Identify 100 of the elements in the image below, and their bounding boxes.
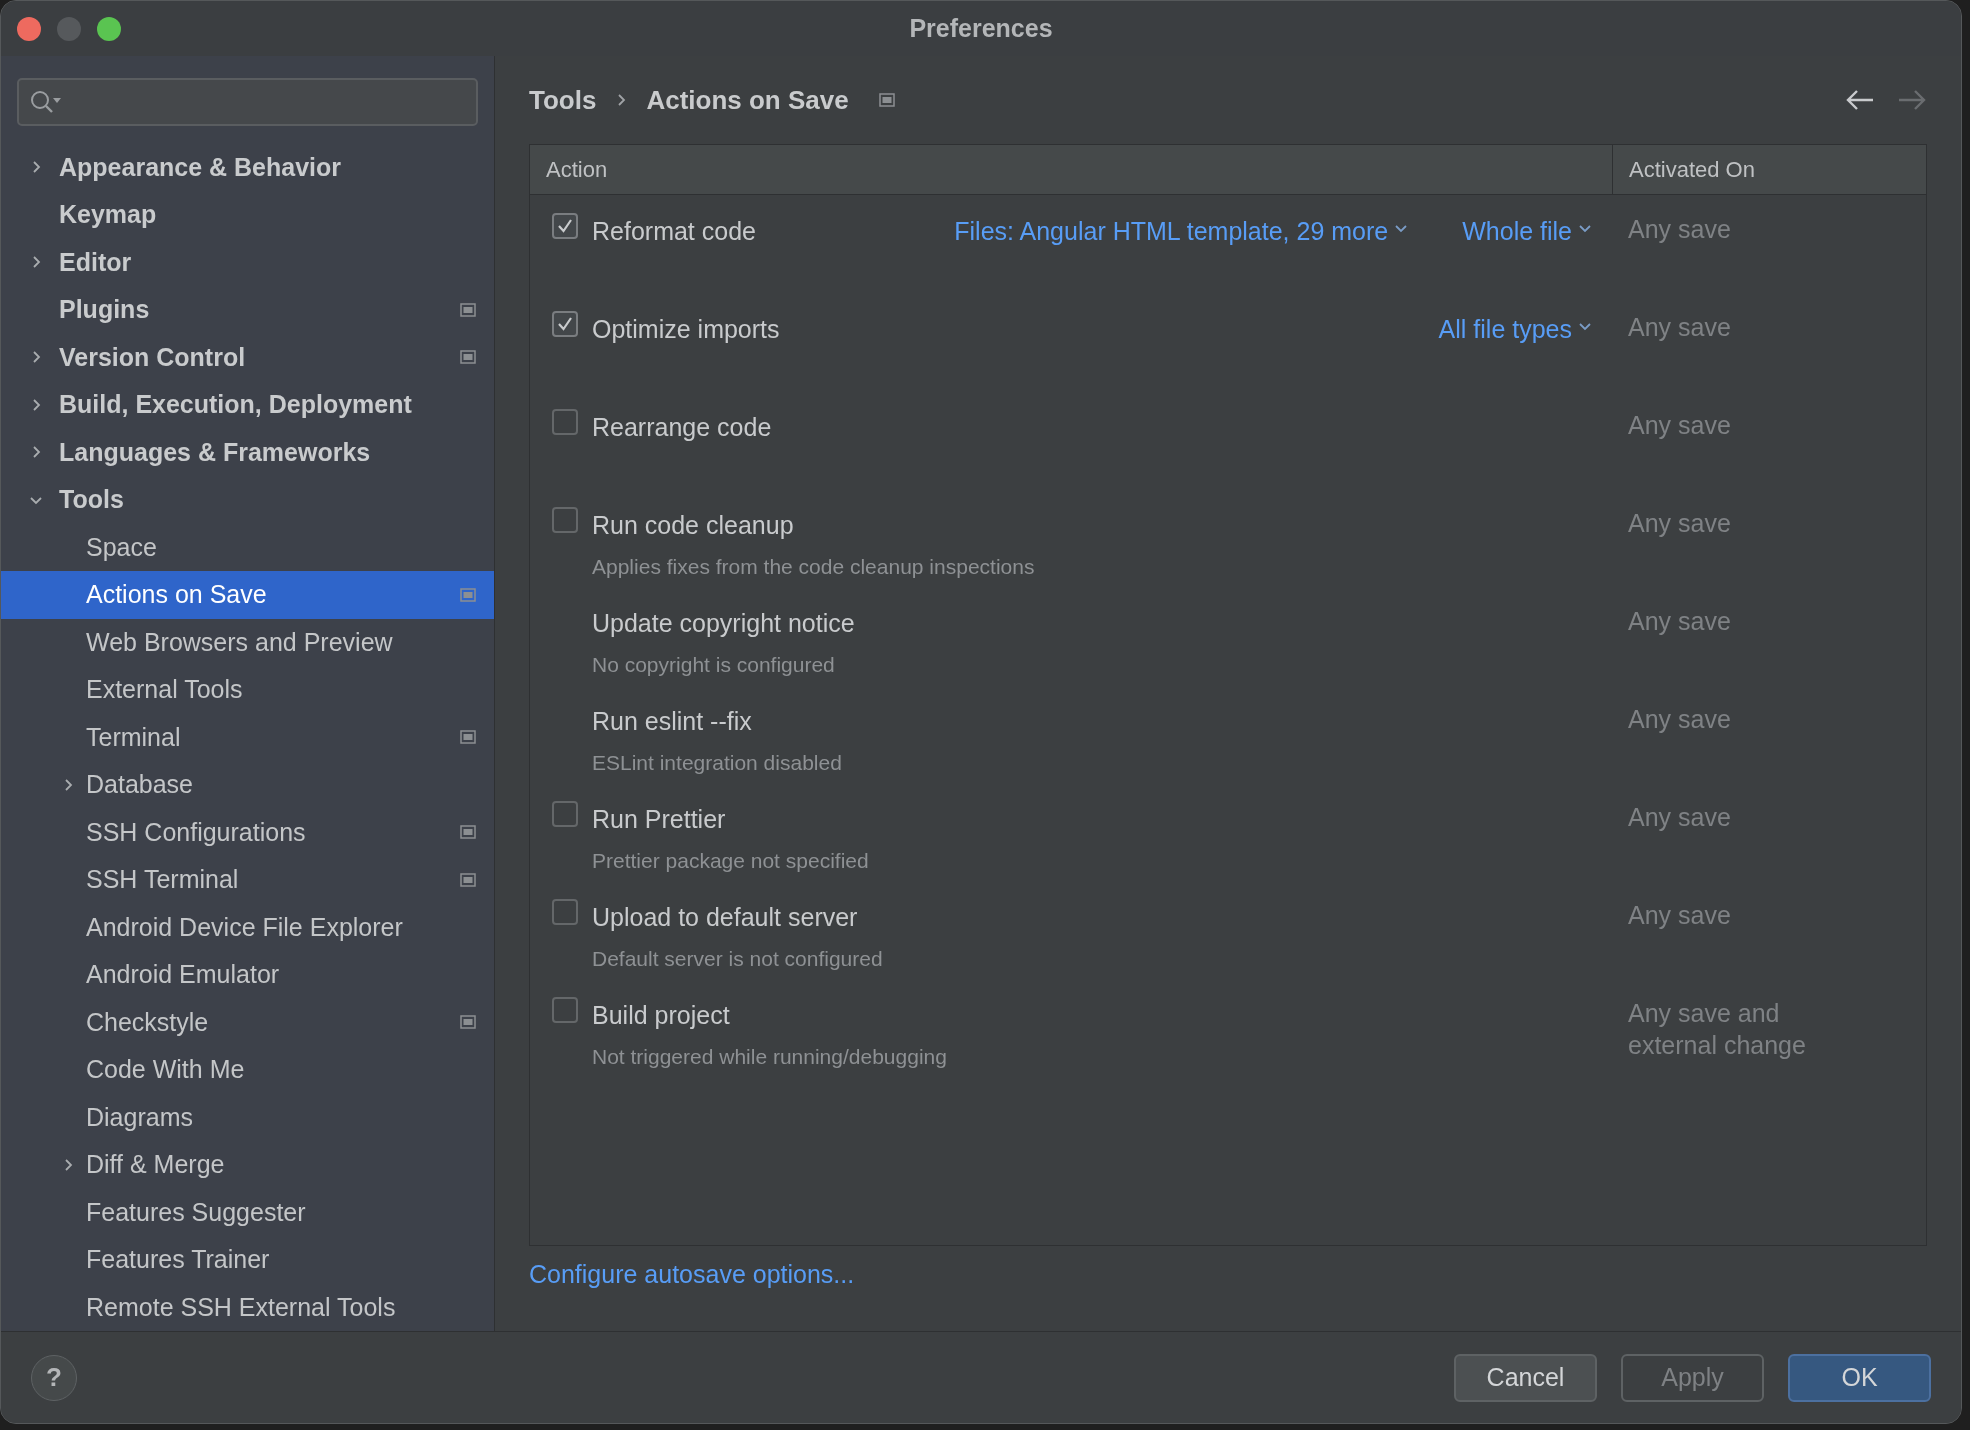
sidebar-item[interactable]: SSH Configurations — [1, 808, 494, 857]
checkbox[interactable] — [552, 311, 578, 337]
table-row[interactable]: Reformat code Files: Angular HTML template, 29 more Whole file Any save — [530, 195, 1926, 293]
activated-on-text: Any save — [1628, 508, 1732, 539]
activated-on-text: Any save — [1628, 900, 1732, 931]
sidebar-label: Code With Me — [86, 1054, 246, 1086]
sidebar-label: Space — [86, 531, 158, 563]
table-row[interactable]: Update copyright notice No copyright is configured Any save — [530, 587, 1926, 685]
action-name: Run Prettier — [592, 804, 727, 835]
activated-on-text: Any save — [1628, 704, 1732, 735]
sidebar-item[interactable]: Keymap — [1, 191, 494, 239]
action-note: Default server is not configured — [592, 945, 883, 972]
sidebar-label: Web Browsers and Preview — [86, 626, 394, 658]
option-dropdown[interactable]: All file types — [1438, 311, 1592, 391]
sidebar-item[interactable]: Code With Me — [1, 1046, 494, 1094]
dialog-button[interactable]: OK — [1788, 1353, 1931, 1402]
sidebar-item[interactable]: Checkstyle — [1, 998, 494, 1047]
search-icon — [29, 88, 63, 115]
table-row[interactable]: Optimize imports All file types Any save — [530, 293, 1926, 391]
project-icon — [460, 587, 476, 602]
checkbox[interactable] — [552, 507, 578, 533]
action-name: Run code cleanup — [592, 510, 795, 541]
breadcrumb-item[interactable]: Tools — [529, 80, 597, 120]
sidebar-label: Tools — [59, 484, 125, 516]
help-button[interactable]: ? — [31, 1354, 77, 1401]
activated-on-text: Any save and external change — [1628, 998, 1807, 1061]
sidebar-item[interactable]: Features Trainer — [1, 1236, 494, 1284]
sidebar-item[interactable]: Android Emulator — [1, 951, 494, 999]
checkbox[interactable] — [552, 409, 578, 435]
sidebar-label: Remote SSH External Tools — [86, 1291, 397, 1323]
option-dropdown[interactable]: Files: Angular HTML template, 29 more — [954, 213, 1409, 293]
action-note: Applies fixes from the code cleanup inspections — [592, 553, 1035, 580]
sidebar-item[interactable]: Diagrams — [1, 1093, 494, 1142]
sidebar-item[interactable]: Plugins — [1, 286, 494, 334]
sidebar-item[interactable]: Space — [1, 523, 494, 572]
table-row[interactable]: Rearrange code Any save — [530, 391, 1926, 489]
sidebar-item[interactable]: Tools — [1, 476, 494, 524]
action-note: No copyright is configured — [592, 651, 836, 678]
sidebar-item[interactable]: Remote SSH External Tools — [1, 1283, 494, 1331]
configure-autosave-link[interactable]: Configure autosave options... — [529, 1256, 855, 1294]
sidebar-item[interactable]: Android Device File Explorer — [1, 903, 494, 952]
dialog-button[interactable]: Cancel — [1454, 1353, 1597, 1402]
activated-on-text: Any save — [1628, 410, 1732, 441]
table-row[interactable]: Build project Not triggered while running/debugging Any save and external change — [530, 979, 1926, 1077]
sidebar-item[interactable]: Web Browsers and Preview — [1, 618, 494, 667]
zoom-button[interactable] — [97, 17, 121, 41]
sidebar-label: Keymap — [59, 199, 158, 231]
project-icon — [460, 1015, 476, 1030]
table-row[interactable]: Upload to default server Default server is not configured Any save — [530, 881, 1926, 979]
sidebar-label: Build, Execution, Deployment — [59, 389, 413, 421]
checkbox[interactable] — [552, 997, 578, 1023]
sidebar-item[interactable]: Diff & Merge — [1, 1141, 494, 1189]
back-arrow-icon[interactable] — [1845, 89, 1875, 111]
window-title: Preferences — [909, 12, 1053, 44]
checkbox[interactable] — [552, 899, 578, 925]
search-field[interactable] — [17, 78, 478, 126]
table-row[interactable]: Run eslint --fix ESLint integration disabled Any save — [530, 685, 1926, 783]
sidebar-label: Version Control — [59, 341, 247, 373]
checkbox[interactable] — [552, 213, 578, 239]
checkmark-icon — [556, 315, 574, 333]
sidebar-label: Editor — [59, 246, 133, 278]
action-name: Build project — [592, 1000, 731, 1031]
option-dropdown[interactable]: Whole file — [1462, 213, 1592, 293]
sidebar-label: Checkstyle — [86, 1006, 210, 1038]
sidebar-label: Features Suggester — [86, 1196, 307, 1228]
column-header: Action — [545, 156, 609, 184]
sidebar-item[interactable]: Languages & Frameworks — [1, 428, 494, 477]
sidebar-label: Terminal — [86, 721, 182, 753]
table-row[interactable]: Run Prettier Prettier package not specified Any save — [530, 783, 1926, 881]
sidebar-item[interactable]: Actions on Save — [1, 571, 494, 619]
project-icon — [460, 825, 476, 840]
activated-on-text: Any save — [1628, 606, 1732, 637]
sidebar-item[interactable]: External Tools — [1, 666, 494, 714]
checkmark-icon — [556, 217, 574, 235]
close-button[interactable] — [17, 17, 41, 41]
action-note: Not triggered while running/debugging — [592, 1043, 947, 1070]
sidebar-item[interactable]: Build, Execution, Deployment — [1, 381, 494, 429]
action-name: Rearrange code — [592, 412, 772, 443]
sidebar-label: Languages & Frameworks — [59, 436, 372, 468]
sidebar-item[interactable]: SSH Terminal — [1, 856, 494, 904]
sidebar-item[interactable]: Features Suggester — [1, 1188, 494, 1237]
sidebar-item[interactable]: Terminal — [1, 713, 494, 762]
sidebar-item[interactable]: Database — [1, 761, 494, 809]
sidebar-label: Plugins — [59, 294, 151, 326]
sidebar-label: Diagrams — [86, 1101, 194, 1133]
project-icon — [878, 93, 895, 107]
sidebar-item[interactable]: Version Control — [1, 333, 494, 382]
table-row[interactable]: Run code cleanup Applies fixes from the code cleanup inspections Any save — [530, 489, 1926, 587]
sidebar-label: Android Emulator — [86, 959, 281, 991]
action-name: Reformat code — [592, 216, 756, 247]
sidebar-item[interactable]: Editor — [1, 238, 494, 287]
sidebar-label: Features Trainer — [86, 1244, 271, 1276]
activated-on-text: Any save — [1628, 312, 1732, 343]
action-name: Run eslint --fix — [592, 706, 753, 737]
sidebar-item[interactable]: Appearance & Behavior — [1, 143, 494, 192]
project-icon — [460, 350, 476, 365]
sidebar-label: External Tools — [86, 674, 244, 706]
sidebar-label: SSH Terminal — [86, 864, 240, 896]
project-icon — [460, 302, 476, 317]
checkbox[interactable] — [552, 801, 578, 827]
